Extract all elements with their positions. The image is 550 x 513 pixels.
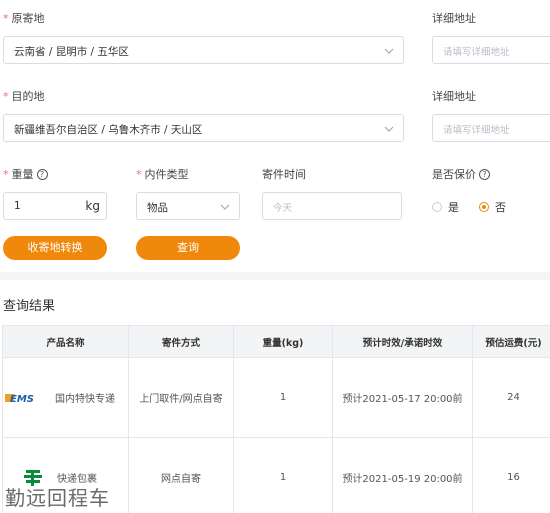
origin-detail-placeholder: 请填写详细地址 (443, 47, 510, 58)
send-time-placeholder: 今天 (273, 203, 293, 214)
chevron-down-icon (384, 48, 394, 54)
destination-detail-placeholder: 请填写详细地址 (443, 125, 510, 136)
insurance-yes-radio[interactable] (432, 202, 442, 212)
destination-label: * 目的地 (3, 90, 45, 103)
table-row[interactable]: EMS 国内特快专递 上门取件/网点自寄 1 预计2021-05-17 20:0… (2, 357, 550, 438)
ems-logo-icon: EMS (5, 393, 34, 405)
chevron-down-icon (220, 204, 230, 210)
eta-cell: 预计2021-05-17 20:00前 (332, 357, 473, 438)
section-divider (0, 272, 550, 280)
destination-select[interactable]: 新疆维吾尔自治区 / 乌鲁木齐市 / 天山区 (3, 114, 404, 142)
product-name: 国内特快专递 (55, 394, 115, 405)
col-header-product: 产品名称 (2, 325, 129, 358)
insurance-label: 是否保价? (432, 166, 490, 182)
weight-value: 1 (14, 200, 21, 212)
destination-detail-input[interactable]: 请填写详细地址 (432, 114, 550, 142)
item-type-value: 物品 (147, 202, 168, 214)
fee-cell: 24 (472, 357, 550, 438)
weight-input[interactable]: 1 kg (3, 192, 107, 220)
weight-label: * 重量? (3, 166, 48, 182)
insurance-no-label[interactable]: 否 (495, 199, 506, 215)
send-time-label: 寄件时间 (262, 168, 306, 181)
chevron-down-icon (384, 126, 394, 132)
product-cell: EMS 国内特快专递 (2, 357, 129, 438)
eta-cell: 预计2021-05-19 20:00前 (332, 437, 473, 513)
origin-select-value: 云南省 / 昆明市 / 五华区 (14, 46, 129, 58)
weight-unit: kg (85, 199, 100, 213)
origin-label: * 原寄地 (3, 12, 45, 25)
origin-detail-label: 详细地址 (432, 12, 476, 25)
insurance-no-radio[interactable] (479, 202, 489, 212)
help-icon[interactable]: ? (36, 169, 48, 180)
watermark: 勤远回程车 (5, 486, 110, 510)
insurance-yes-label[interactable]: 是 (448, 199, 459, 215)
origin-detail-input[interactable]: 请填写详细地址 (432, 36, 550, 64)
method-cell: 网点自寄 (128, 437, 234, 513)
col-header-eta: 预计时效/承诺时效 (332, 325, 473, 358)
weight-cell: 1 (233, 357, 333, 438)
send-time-input[interactable]: 今天 (262, 192, 402, 220)
item-type-select[interactable]: 物品 (136, 192, 240, 220)
query-button[interactable]: 查询 (136, 236, 240, 260)
fee-cell: 16 (472, 437, 550, 513)
method-cell: 上门取件/网点自寄 (128, 357, 234, 438)
weight-cell: 1 (233, 437, 333, 513)
destination-select-value: 新疆维吾尔自治区 / 乌鲁木齐市 / 天山区 (14, 124, 203, 136)
col-header-method: 寄件方式 (128, 325, 234, 358)
destination-detail-label: 详细地址 (432, 90, 476, 103)
help-icon[interactable]: ? (479, 169, 490, 180)
swap-address-button[interactable]: 收寄地转换 (3, 236, 107, 260)
col-header-fee: 预估运费(元) (472, 325, 550, 358)
origin-select[interactable]: 云南省 / 昆明市 / 五华区 (3, 36, 404, 64)
item-type-label: * 内件类型 (136, 168, 189, 181)
results-title: 查询结果 (3, 299, 56, 314)
table-header-row: 产品名称 寄件方式 重量(kg) 预计时效/承诺时效 预估运费(元) (2, 325, 550, 358)
ems-logo-text: EMS (10, 394, 34, 405)
col-header-weight: 重量(kg) (233, 325, 333, 358)
